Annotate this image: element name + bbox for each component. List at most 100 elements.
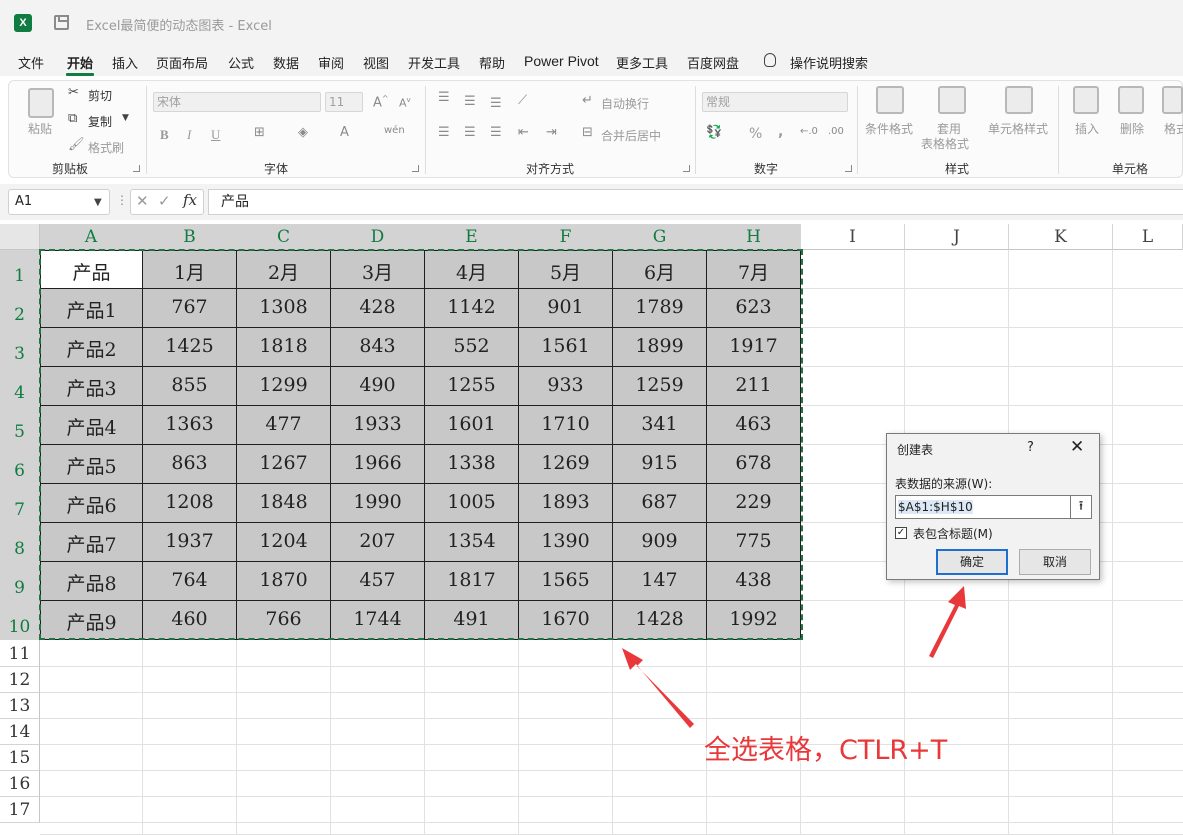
row-header-1[interactable]: 1	[0, 250, 40, 289]
increase-indent-icon[interactable]: ⇥	[546, 125, 557, 140]
help-button[interactable]: ?	[1027, 440, 1034, 455]
alignment-launcher-icon[interactable]	[683, 165, 690, 172]
format-painter-button[interactable]: 格式刷	[88, 139, 124, 156]
row-header-6[interactable]: 6	[0, 445, 40, 484]
column-header-d[interactable]: D	[331, 224, 425, 250]
align-center-icon[interactable]: ☰	[464, 125, 476, 140]
wrap-text-button[interactable]: 自动换行	[601, 95, 649, 112]
italic-button[interactable]: I	[187, 127, 191, 143]
tell-me-search[interactable]: 操作说明搜索	[790, 53, 868, 72]
delete-cells-button[interactable]: 删除	[1120, 120, 1144, 137]
merge-center-button[interactable]: 合并后居中	[601, 127, 661, 144]
column-header-k[interactable]: K	[1009, 224, 1113, 250]
row-header-3[interactable]: 3	[0, 328, 40, 367]
phonetic-icon[interactable]: wén	[384, 125, 405, 136]
tab-view[interactable]: 视图	[363, 53, 389, 72]
select-all-corner[interactable]	[0, 224, 40, 250]
row-header-16[interactable]: 16	[0, 771, 40, 797]
align-middle-icon[interactable]: ☰	[464, 94, 476, 109]
row-header-5[interactable]: 5	[0, 406, 40, 445]
decrease-indent-icon[interactable]: ⇤	[518, 125, 529, 140]
source-range-input[interactable]: $A$1:$H$10	[895, 495, 1071, 519]
cell-styles-button[interactable]: 单元格样式	[988, 120, 1048, 137]
underline-button[interactable]: U	[211, 127, 220, 143]
paste-button[interactable]: 粘贴	[28, 120, 52, 137]
tab-page-layout[interactable]: 页面布局	[156, 53, 208, 72]
confirm-icon[interactable]: ✓	[158, 192, 171, 210]
borders-icon[interactable]: ⊞	[254, 125, 265, 140]
tab-data[interactable]: 数据	[273, 53, 299, 72]
row-header-2[interactable]: 2	[0, 289, 40, 328]
increase-decimal-icon[interactable]: ←.0	[800, 126, 818, 137]
format-cells-button[interactable]: 格式	[1164, 120, 1183, 137]
align-right-icon[interactable]: ☰	[490, 125, 502, 140]
tab-help[interactable]: 帮助	[479, 53, 505, 72]
formula-input[interactable]: 产品	[208, 189, 1183, 215]
row-header-8[interactable]: 8	[0, 523, 40, 562]
save-icon[interactable]	[54, 15, 69, 30]
bold-button[interactable]: B	[160, 127, 169, 143]
orientation-icon[interactable]: ⟋	[518, 93, 527, 108]
row-header-10[interactable]: 10	[0, 601, 40, 640]
column-header-j[interactable]: J	[905, 224, 1009, 250]
has-headers-label[interactable]: 表包含标题(M)	[913, 525, 993, 542]
tab-formulas[interactable]: 公式	[228, 53, 254, 72]
cancel-button[interactable]: 取消	[1019, 549, 1091, 575]
tab-more-tools[interactable]: 更多工具	[616, 53, 668, 72]
column-header-f[interactable]: F	[519, 224, 613, 250]
insert-cells-button[interactable]: 插入	[1075, 120, 1099, 137]
tab-power-pivot[interactable]: Power Pivot	[524, 53, 599, 69]
font-size-select[interactable]: 11	[325, 92, 363, 112]
column-header-a[interactable]: A	[40, 224, 143, 250]
column-header-i[interactable]: I	[801, 224, 905, 250]
column-header-l[interactable]: L	[1113, 224, 1183, 250]
cancel-icon[interactable]: ✕	[136, 192, 149, 210]
row-header-12[interactable]: 12	[0, 667, 40, 693]
percent-button[interactable]: %	[749, 126, 762, 142]
number-format-select[interactable]: 常规	[702, 92, 848, 112]
conditional-formatting-button[interactable]: 条件格式	[865, 120, 913, 137]
column-header-e[interactable]: E	[425, 224, 519, 250]
comma-button[interactable]: ,	[778, 124, 783, 140]
font-color-icon[interactable]: A	[340, 125, 349, 140]
row-header-13[interactable]: 13	[0, 693, 40, 719]
number-launcher-icon[interactable]	[845, 165, 852, 172]
align-left-icon[interactable]: ☰	[438, 125, 450, 140]
ok-button[interactable]: 确定	[936, 549, 1008, 575]
clipboard-launcher-icon[interactable]	[133, 165, 140, 172]
row-header-14[interactable]: 14	[0, 719, 40, 745]
copy-dropdown-icon[interactable]: ▼	[122, 113, 129, 123]
align-top-icon[interactable]: ☰	[438, 90, 450, 105]
column-header-b[interactable]: B	[143, 224, 237, 250]
row-header-9[interactable]: 9	[0, 562, 40, 601]
row-header-17[interactable]: 17	[0, 797, 40, 823]
decrease-font-icon[interactable]: Av	[399, 96, 411, 110]
insert-function-button[interactable]: fx	[183, 191, 197, 209]
align-bottom-icon[interactable]: ☰	[490, 96, 502, 111]
row-header-4[interactable]: 4	[0, 367, 40, 406]
column-header-h[interactable]: H	[707, 224, 801, 250]
close-icon[interactable]: ✕	[1070, 437, 1084, 457]
font-name-select[interactable]: 宋体	[153, 92, 321, 112]
tab-developer[interactable]: 开发工具	[408, 53, 460, 72]
tab-insert[interactable]: 插入	[112, 53, 138, 72]
column-header-g[interactable]: G	[613, 224, 707, 250]
tab-baidu-netdisk[interactable]: 百度网盘	[687, 53, 739, 72]
paste-icon[interactable]	[28, 88, 54, 118]
has-headers-checkbox[interactable]: ✓	[895, 527, 907, 539]
decrease-decimal-icon[interactable]: .00	[828, 126, 844, 137]
fill-color-icon[interactable]: ◈	[298, 125, 308, 140]
row-header-7[interactable]: 7	[0, 484, 40, 523]
font-launcher-icon[interactable]	[412, 165, 419, 172]
accounting-format-icon[interactable]: 💱	[706, 125, 722, 140]
copy-button[interactable]: 复制	[88, 113, 112, 130]
chevron-down-icon[interactable]: ▼	[94, 197, 102, 208]
collapse-dialog-icon[interactable]: ⭱	[1071, 495, 1092, 519]
tab-review[interactable]: 审阅	[318, 53, 344, 72]
tab-home[interactable]: 开始	[67, 53, 93, 72]
cut-button[interactable]: 剪切	[88, 87, 112, 104]
row-header-15[interactable]: 15	[0, 745, 40, 771]
row-header-11[interactable]: 11	[0, 640, 40, 667]
tab-file[interactable]: 文件	[18, 53, 44, 72]
column-header-c[interactable]: C	[237, 224, 331, 250]
